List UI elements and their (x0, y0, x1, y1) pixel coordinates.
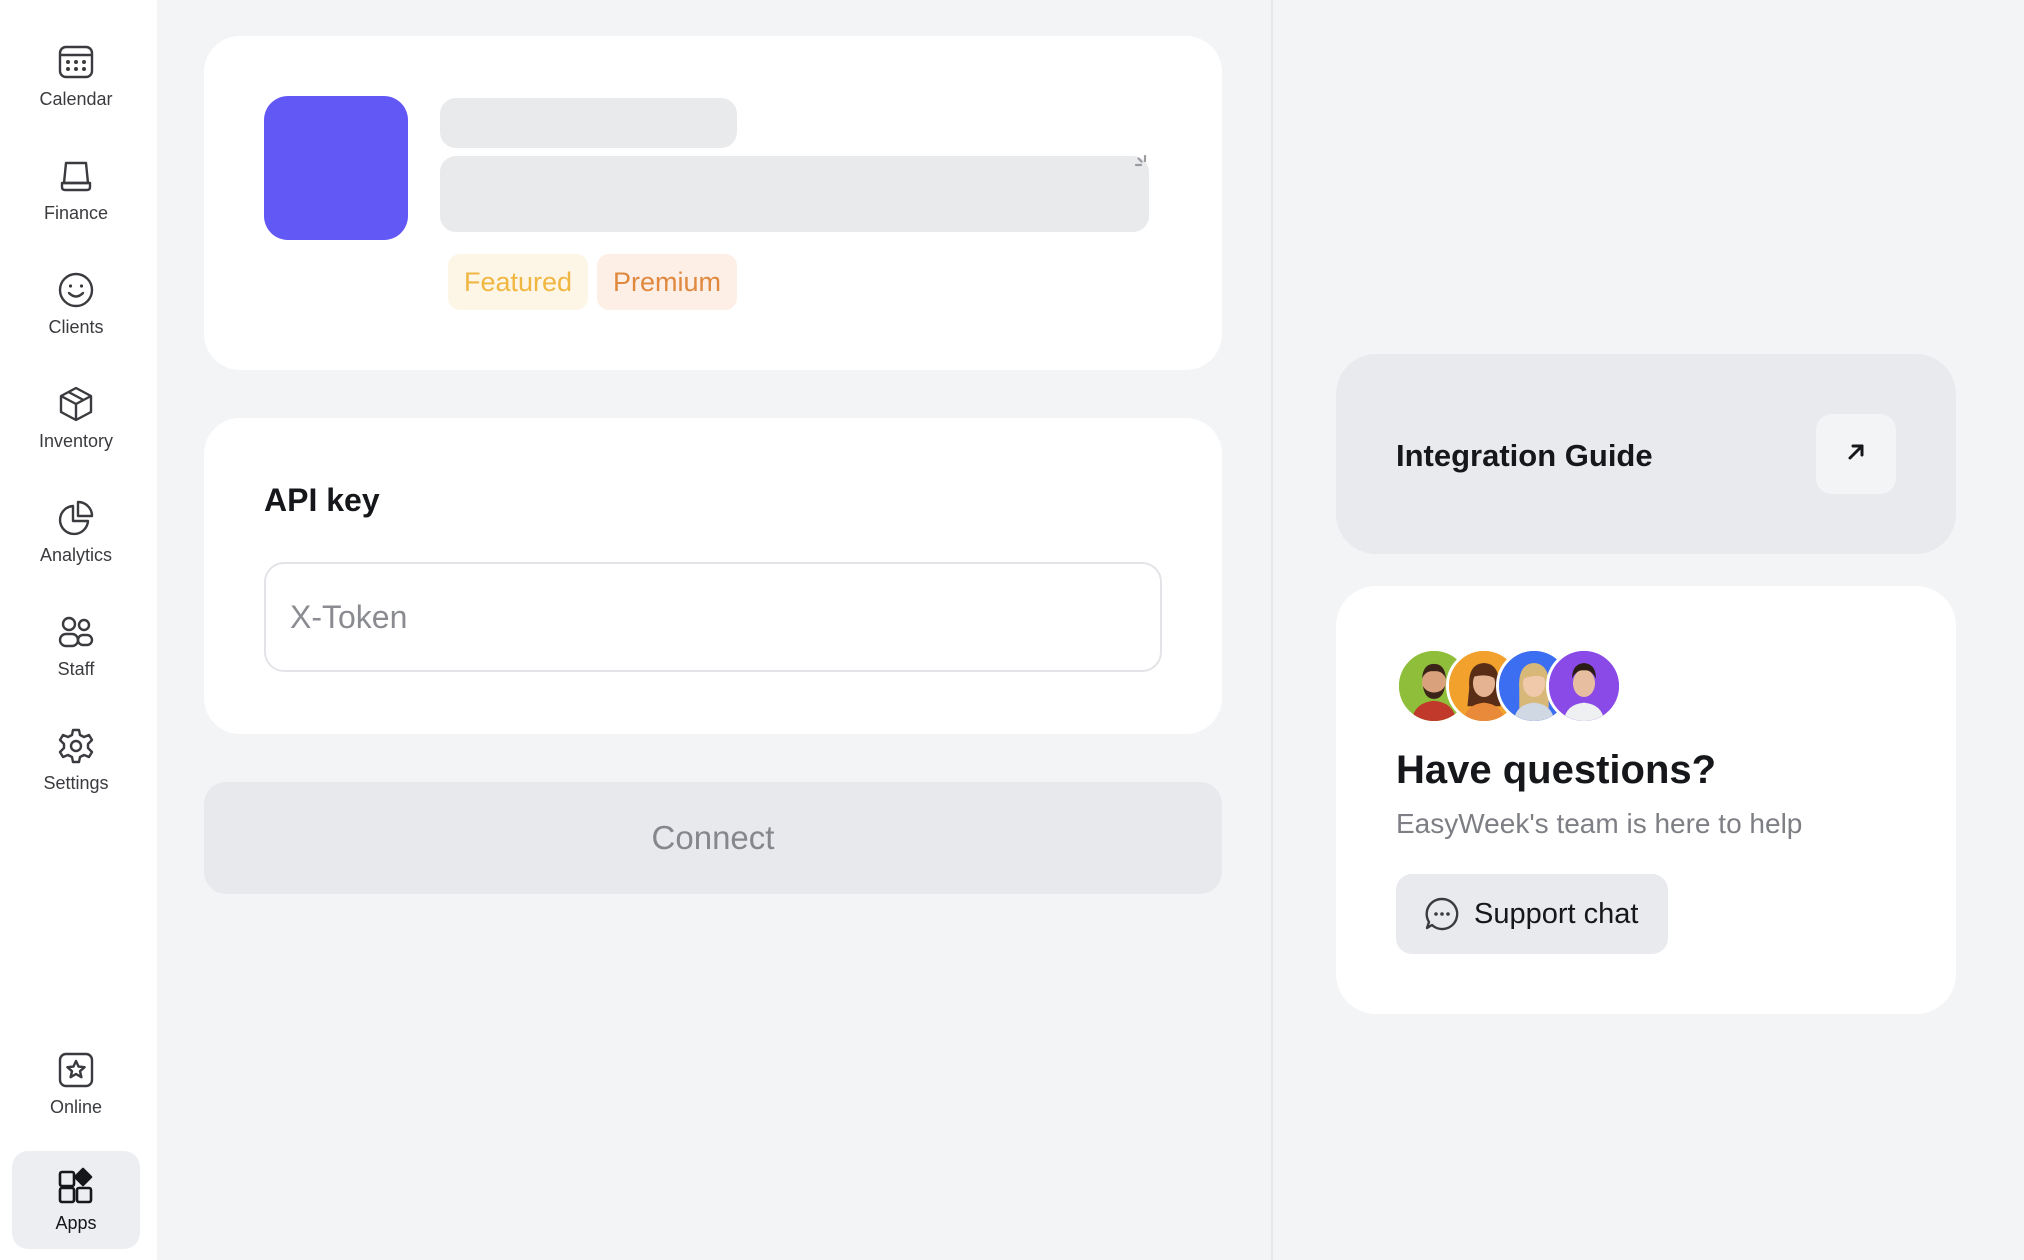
chat-bubble-icon (1424, 896, 1460, 932)
apps-icon (57, 1167, 95, 1205)
app-logo (264, 96, 408, 240)
premium-badge: Premium (597, 254, 738, 310)
api-key-card: API key (204, 418, 1222, 734)
sidebar-item-staff[interactable]: Staff (12, 597, 140, 695)
featured-badge: Featured (448, 254, 589, 310)
sidebar-item-label: Apps (55, 1213, 97, 1233)
sidebar-item-label: Calendar (39, 89, 113, 109)
api-key-title: API key (264, 482, 380, 518)
help-card: Have questions? EasyWeek's team is here … (1336, 586, 1956, 1014)
wallet-icon (57, 157, 95, 195)
sidebar-item-settings[interactable]: Settings (12, 711, 140, 809)
loading-spinner-icon (1134, 154, 1156, 176)
api-key-input[interactable] (264, 562, 1162, 672)
sidebar: Calendar Finance Clients Inventory Analy… (0, 0, 157, 1260)
sidebar-item-label: Finance (43, 203, 109, 223)
gear-icon (57, 727, 95, 765)
app-info-card: Featured Premium (204, 36, 1222, 370)
sidebar-item-label: Settings (43, 773, 109, 793)
help-subtitle: EasyWeek's team is here to help (1396, 808, 1803, 839)
app-title-skeleton (440, 98, 737, 148)
support-chat-label: Support chat (1474, 897, 1639, 930)
staff-icon (57, 613, 95, 651)
sidebar-item-calendar[interactable]: Calendar (12, 27, 140, 125)
sidebar-item-inventory[interactable]: Inventory (12, 369, 140, 467)
calendar-icon (57, 43, 95, 81)
sidebar-item-analytics[interactable]: Analytics (12, 483, 140, 581)
box-icon (57, 385, 95, 423)
sidebar-item-label: Inventory (38, 431, 114, 451)
open-guide-button[interactable] (1816, 414, 1896, 494)
sidebar-item-finance[interactable]: Finance (12, 141, 140, 239)
sidebar-item-clients[interactable]: Clients (12, 255, 140, 353)
pie-chart-icon (57, 499, 95, 537)
app-description-skeleton (440, 156, 1149, 232)
connect-button[interactable]: Connect (204, 782, 1222, 894)
help-title: Have questions? (1396, 748, 1717, 792)
sidebar-item-label: Staff (57, 659, 95, 679)
star-square-icon (57, 1051, 95, 1089)
sidebar-item-online[interactable]: Online (12, 1035, 140, 1133)
arrow-up-right-icon (1843, 439, 1869, 470)
sidebar-item-label: Clients (48, 317, 104, 337)
integration-guide-card[interactable]: Integration Guide (1336, 354, 1956, 554)
sidebar-item-label: Online (49, 1097, 103, 1117)
integration-guide-title: Integration Guide (1396, 438, 1653, 473)
sidebar-item-apps[interactable]: Apps (12, 1151, 140, 1249)
support-chat-button[interactable]: Support chat (1396, 874, 1668, 954)
smiley-icon (57, 271, 95, 309)
sidebar-item-label: Analytics (39, 545, 113, 565)
avatar (1546, 648, 1622, 724)
